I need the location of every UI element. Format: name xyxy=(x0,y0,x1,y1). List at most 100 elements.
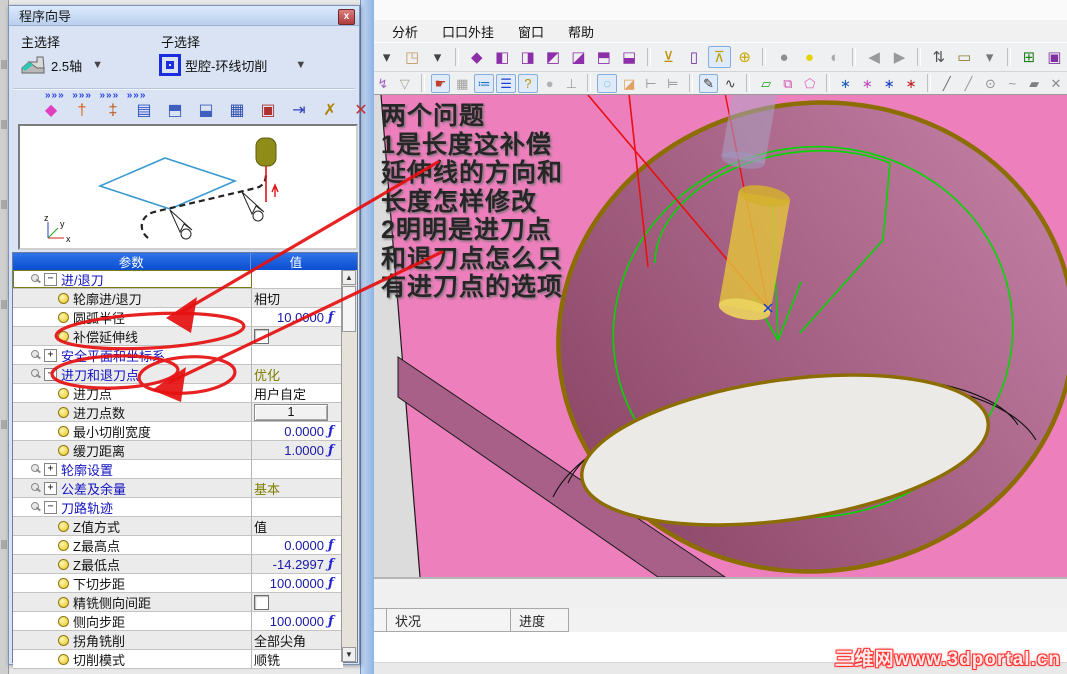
funnel-filter-icon[interactable]: ▽ xyxy=(395,74,415,93)
pin-icon[interactable] xyxy=(29,482,42,494)
lamp-off-icon[interactable]: ● xyxy=(772,46,795,68)
param-value-cell[interactable]: 值 xyxy=(252,517,343,535)
view-top-cube-icon[interactable]: ⬒ xyxy=(592,46,615,68)
plane-gray-icon[interactable]: ▰ xyxy=(1024,74,1044,93)
dialog-titlebar[interactable]: 程序向导 xyxy=(9,6,359,26)
main-select-combo[interactable]: 2.5轴 ▼ xyxy=(19,48,154,82)
wizard-save-exit-icon[interactable]: ⇥ xyxy=(287,99,311,122)
tool-wire-icon[interactable]: ▯ xyxy=(682,46,705,68)
param-value-cell[interactable]: 相切 xyxy=(252,289,343,307)
main-select-arrow-icon[interactable]: ▼ xyxy=(92,59,103,71)
param-row[interactable]: + 安全平面和坐标系 xyxy=(13,346,343,365)
param-value-cell[interactable]: -14.2997 ƒ xyxy=(252,555,343,573)
pin-icon[interactable] xyxy=(29,463,42,475)
view-left-cube-icon[interactable]: ◩ xyxy=(541,46,564,68)
lamp-on-icon[interactable]: ● xyxy=(798,46,821,68)
param-row[interactable]: 精铣侧向间距 xyxy=(13,593,343,612)
sketch-edit-icon[interactable]: ✎ xyxy=(698,73,719,93)
pick-grid-icon[interactable]: ▦ xyxy=(452,74,472,93)
view-front-cube-icon[interactable]: ◧ xyxy=(491,46,514,68)
value-checkbox[interactable] xyxy=(254,328,269,344)
param-value-cell[interactable] xyxy=(252,460,343,478)
function-icon[interactable]: ƒ xyxy=(328,614,334,629)
pin-icon[interactable] xyxy=(29,349,42,361)
stock-cube-icon[interactable]: ▣ xyxy=(1043,46,1066,68)
delete-icon[interactable]: ✕ xyxy=(1046,74,1066,93)
wizard-exit-icon[interactable]: ✕ xyxy=(349,99,373,122)
wizard-machine-params-icon[interactable]: ▤ xyxy=(132,99,156,122)
dot-icon[interactable]: ● xyxy=(540,74,560,93)
function-icon[interactable]: ƒ xyxy=(328,538,334,553)
tool-display-icon[interactable]: ⊻ xyxy=(657,46,680,68)
pin-icon[interactable] xyxy=(29,273,42,285)
function-icon[interactable]: ƒ xyxy=(328,557,334,572)
collapse-icon[interactable]: − xyxy=(44,367,57,381)
param-row[interactable]: 侧向步距 100.0000 ƒ xyxy=(13,612,343,631)
orient-arrow-icon[interactable]: ▾ xyxy=(375,46,398,68)
snap-dropdown-icon[interactable]: ▾ xyxy=(978,46,1001,68)
trace-filter-icon[interactable]: ↯ xyxy=(373,74,393,93)
curve-pick-icon[interactable]: ∿ xyxy=(720,74,740,93)
wizard-apply-exit-icon[interactable]: ✗ xyxy=(318,99,342,122)
param-value-cell[interactable] xyxy=(252,346,343,364)
value-number[interactable]: 10.0000 xyxy=(254,310,324,325)
wizard-tool-table-icon[interactable]: ‡ xyxy=(101,99,125,122)
expand-icon[interactable]: + xyxy=(44,481,57,495)
menu-item-3[interactable]: 帮助 xyxy=(559,20,603,43)
menu-item-2[interactable]: 窗口 xyxy=(509,20,553,43)
line-icon[interactable]: ╱ xyxy=(937,74,957,93)
dim-v-icon[interactable]: ⊨ xyxy=(663,74,683,93)
pin-icon[interactable] xyxy=(29,501,42,513)
value-button[interactable]: 1 xyxy=(254,403,328,421)
wizard-simulate-icon[interactable]: ⬓ xyxy=(194,99,218,122)
view-back-cube-icon[interactable]: ◨ xyxy=(516,46,539,68)
expand-icon[interactable]: + xyxy=(44,348,57,362)
param-row[interactable]: − 刀路轨迹 xyxy=(13,498,343,517)
param-row[interactable]: Z值方式 值 xyxy=(13,517,343,536)
csys-move-icon[interactable]: ∗ xyxy=(879,74,899,93)
wizard-view-params-icon[interactable]: ▦ xyxy=(225,99,249,122)
plane-green-icon[interactable]: ▱ xyxy=(756,74,776,93)
orient-cube-icon[interactable]: ◳ xyxy=(400,46,423,68)
param-value-cell[interactable]: 用户自定 xyxy=(252,384,343,402)
tool-axis-icon[interactable]: ⊥ xyxy=(562,74,582,93)
swap-points-icon[interactable]: ⇅ xyxy=(927,46,950,68)
param-value-cell[interactable]: 全部尖角 xyxy=(252,631,343,649)
param-row[interactable]: Z最高点 0.0000 ƒ xyxy=(13,536,343,555)
param-row[interactable]: 切削模式 顺铣 xyxy=(13,650,343,669)
display-lines-icon[interactable]: ☰ xyxy=(496,73,516,93)
function-icon[interactable]: ƒ xyxy=(328,576,334,591)
param-value-cell[interactable]: 10.0000 ƒ xyxy=(252,308,343,326)
param-row[interactable]: 拐角铣削 全部尖角 xyxy=(13,631,343,650)
surface-lasso-icon[interactable]: ⬠ xyxy=(800,74,820,93)
value-number[interactable]: 100.0000 xyxy=(254,614,324,629)
sub-select-combo[interactable]: 型腔-环线切削 ▼ xyxy=(159,48,359,82)
param-row[interactable]: 轮廓进/退刀 相切 xyxy=(13,289,343,308)
param-value-cell[interactable] xyxy=(252,270,343,288)
value-number[interactable]: -14.2997 xyxy=(254,557,324,572)
orient-arrow2-icon[interactable]: ▾ xyxy=(426,46,449,68)
tool-holder-icon[interactable]: ⊼ xyxy=(707,46,731,68)
param-row[interactable]: 进刀点 用户自定 xyxy=(13,384,343,403)
value-number[interactable]: 0.0000 xyxy=(254,538,324,553)
param-row[interactable]: 缓刀距离 1.0000 ƒ xyxy=(13,441,343,460)
table-scrollbar[interactable]: ▲ ▼ xyxy=(341,270,357,662)
tool-tip-icon[interactable]: ⊕ xyxy=(733,46,756,68)
value-number[interactable]: 1.0000 xyxy=(254,443,324,458)
wizard-edit-geometry-icon[interactable]: ◆ xyxy=(39,99,63,122)
scroll-thumb[interactable] xyxy=(342,286,356,332)
param-value-cell[interactable] xyxy=(252,593,343,611)
uv-points-icon[interactable]: ◌ xyxy=(597,73,618,93)
new-process-icon[interactable]: ⊞ xyxy=(1017,46,1040,68)
param-row[interactable]: + 公差及余量 基本 xyxy=(13,479,343,498)
param-value-cell[interactable]: 优化 xyxy=(252,365,343,383)
param-value-cell[interactable]: 0.0000 ƒ xyxy=(252,536,343,554)
function-icon[interactable]: ƒ xyxy=(328,424,334,439)
function-icon[interactable]: ƒ xyxy=(328,310,334,325)
collapse-icon[interactable]: − xyxy=(44,500,57,514)
param-value-cell[interactable]: 100.0000 ƒ xyxy=(252,612,343,630)
circle-icon[interactable]: ⊙ xyxy=(981,74,1001,93)
param-value-cell[interactable]: 顺铣 xyxy=(252,650,343,668)
param-row[interactable]: 下切步距 100.0000 ƒ xyxy=(13,574,343,593)
scroll-down-button[interactable]: ▼ xyxy=(342,647,356,662)
